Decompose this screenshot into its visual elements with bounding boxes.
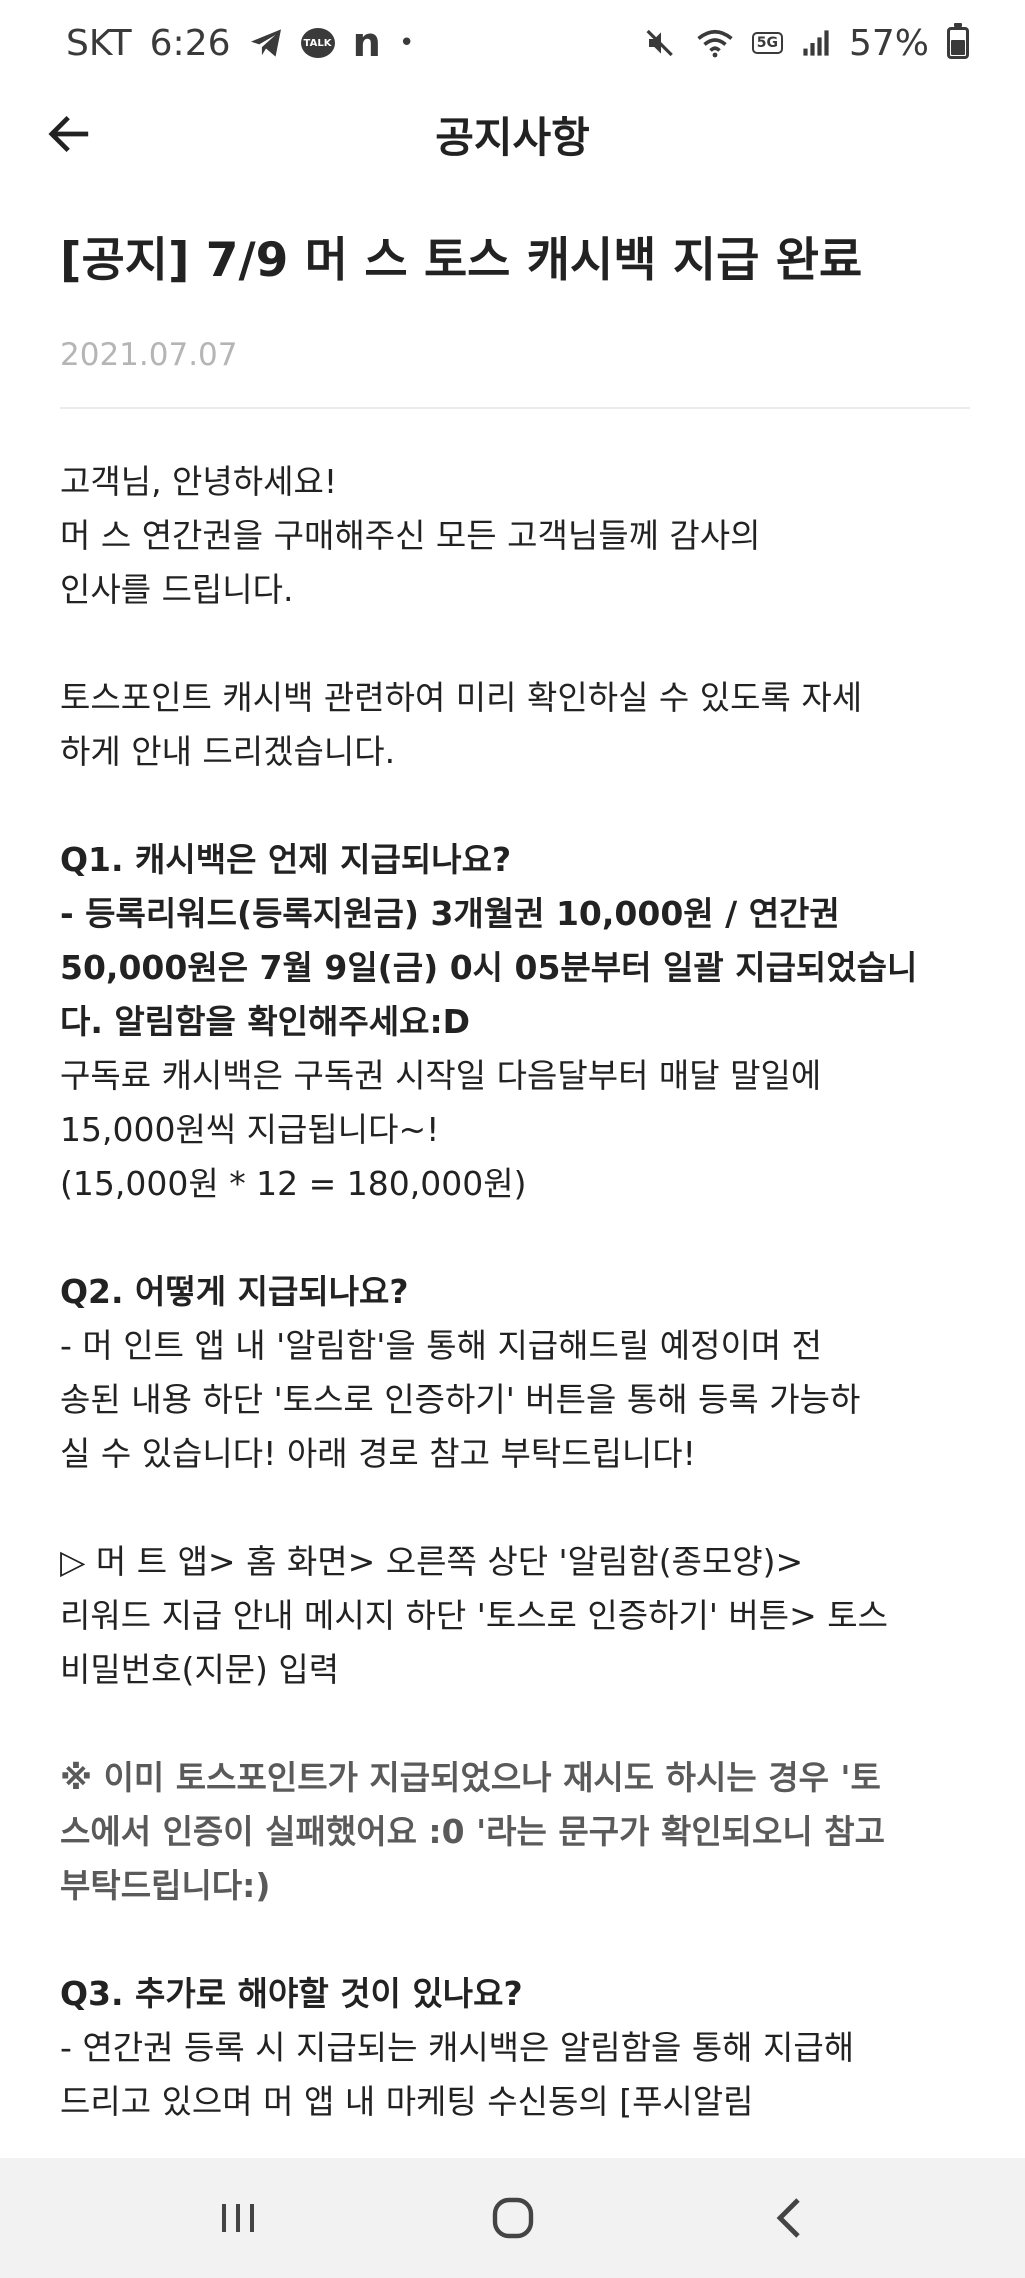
body-line: 구독료 캐시백은 구독권 시작일 다음달부터 매달 말일에 [60,1055,822,1095]
status-right: 5G 57% [644,23,969,64]
body-line: 드리고 있으며 머 앱 내 마케팅 수신동의 [푸시알림 [60,2081,754,2121]
notice-title: [공지] 7/9 머 스 토스 캐시백 지급 완료 [60,233,863,288]
body-line: (15,000원 * 12 = 180,000원) [60,1163,527,1203]
body-line: - 연간권 등록 시 지급되는 캐시백은 알림함을 통해 지급해 [60,2027,855,2067]
battery-fill [951,40,965,55]
home-button[interactable] [468,2173,558,2263]
system-nav-bar [0,2158,1025,2278]
kakaotalk-icon: TALK [300,28,335,58]
body-line: 고객님, 안녕하세요! [60,461,338,501]
note-line: 스에서 인증이 실패했어요 :0 '라는 문구가 확인되오니 참고 [60,1811,885,1851]
status-bar: SKT 6:26 TALK n • 5G 57% [0,0,1025,86]
battery-percent: 57% [848,22,929,64]
home-icon [492,2197,533,2239]
body-line: 15,000원씩 지급됩니다~! [60,1109,440,1149]
body-line: 하게 안내 드리겠습니다. [60,731,396,771]
body-line: 머 스 연간권을 구매해주신 모든 고객님들께 감사의 [60,515,761,555]
status-left: SKT 6:26 TALK n • [66,23,414,64]
clock: 6:26 [149,22,231,64]
body-line: 인사를 드립니다. [60,569,294,609]
body-line: - 등록리워드(등록지원금) 3개월권 10,000원 / 연간권 [60,893,840,933]
notice-content: [공지] 7/9 머 스 토스 캐시백 지급 완료 2021.07.07 고객님… [60,232,970,2129]
body-line: 다. 알림함을 확인해주세요:D [60,1001,471,1041]
body-line: - 머 인트 앱 내 '알림함'을 통해 지급해드릴 예정이며 전 [60,1325,823,1365]
carrier-label: SKT [66,22,132,64]
body-line: 50,000원은 7월 9일(금) 0시 05분부터 일괄 지급되었습니 [60,947,918,987]
q2-title: Q2. 어떻게 지급되나요? [60,1271,409,1311]
recent-apps-button[interactable] [193,2173,283,2263]
network-5g-icon: 5G [751,32,783,54]
q3-title: Q3. 추가로 해야할 것이 있나요? [60,1973,523,2013]
telegram-icon [249,28,283,58]
notice-date: 2021.07.07 [60,336,238,373]
back-button[interactable] [42,106,98,162]
q1-title: Q1. 캐시백은 언제 지급되나요? [60,839,512,879]
app-bar: 공지사항 [0,86,1025,182]
chevron-left-icon [776,2198,800,2238]
note-line: 부탁드립니다:) [60,1865,271,1905]
system-back-button[interactable] [743,2173,833,2263]
signal-icon [801,29,831,57]
body-line: ▷ 머 트 앱> 홈 화면> 오른쪽 상단 '알림함(종모양)> [60,1541,804,1581]
arrow-left-icon [48,115,89,153]
body-line: 실 수 있습니다! 아래 경로 참고 부탁드립니다! [60,1433,696,1473]
body-line: 토스포인트 캐시백 관련하여 미리 확인하실 수 있도록 자세 [60,677,863,717]
more-notifications-icon: • [398,28,415,58]
notice-body: 고객님, 안녕하세요! 머 스 연간권을 구매해주신 모든 고객님들께 감사의 … [60,455,970,2129]
note-line: ※ 이미 토스포인트가 지급되었으나 재시도 하시는 경우 '토 [60,1757,881,1797]
battery-icon [947,23,969,59]
wifi-icon [696,28,734,58]
recent-apps-icon [221,2204,254,2232]
body-line: 비밀번호(지문) 입력 [60,1649,340,1689]
page-title: 공지사항 [435,112,590,162]
divider [60,406,970,409]
body-line: 리워드 지급 안내 메시지 하단 '토스로 인증하기' 버튼> 토스 [60,1595,888,1635]
naver-icon: n [352,20,381,66]
mute-icon [644,27,678,59]
body-line: 송된 내용 하단 '토스로 인증하기' 버튼을 통해 등록 가능하 [60,1379,861,1419]
